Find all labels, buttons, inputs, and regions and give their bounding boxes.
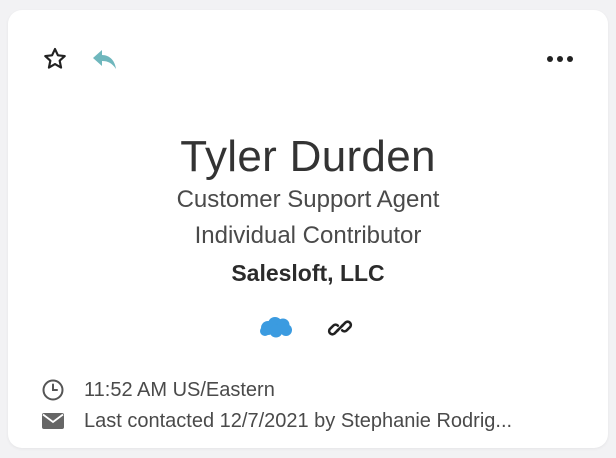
last-contacted-text[interactable]: Last contacted 12/7/2021 by Stephanie Ro… [84, 410, 512, 433]
link-icon[interactable] [326, 314, 354, 342]
contact-company: Salesloft, LLC [231, 260, 385, 286]
reply-icon[interactable] [88, 44, 122, 74]
salesforce-cloud-icon[interactable] [258, 314, 294, 340]
local-time-row: 11:52 AM US/Eastern [40, 377, 275, 403]
contact-role: Individual Contributor [194, 222, 422, 249]
envelope-icon [40, 408, 66, 434]
card-toolbar [8, 10, 608, 105]
clock-icon [40, 377, 66, 403]
contact-name: Tyler Durden [180, 132, 436, 181]
contact-job-title: Customer Support Agent [176, 186, 440, 213]
star-icon[interactable] [40, 44, 70, 74]
more-options-icon[interactable] [544, 46, 576, 72]
last-contacted-row: Last contacted 12/7/2021 by Stephanie Ro… [40, 408, 600, 434]
local-time-text: 11:52 AM US/Eastern [84, 378, 275, 401]
contact-card: Tyler Durden Customer Support Agent Indi… [8, 10, 608, 448]
